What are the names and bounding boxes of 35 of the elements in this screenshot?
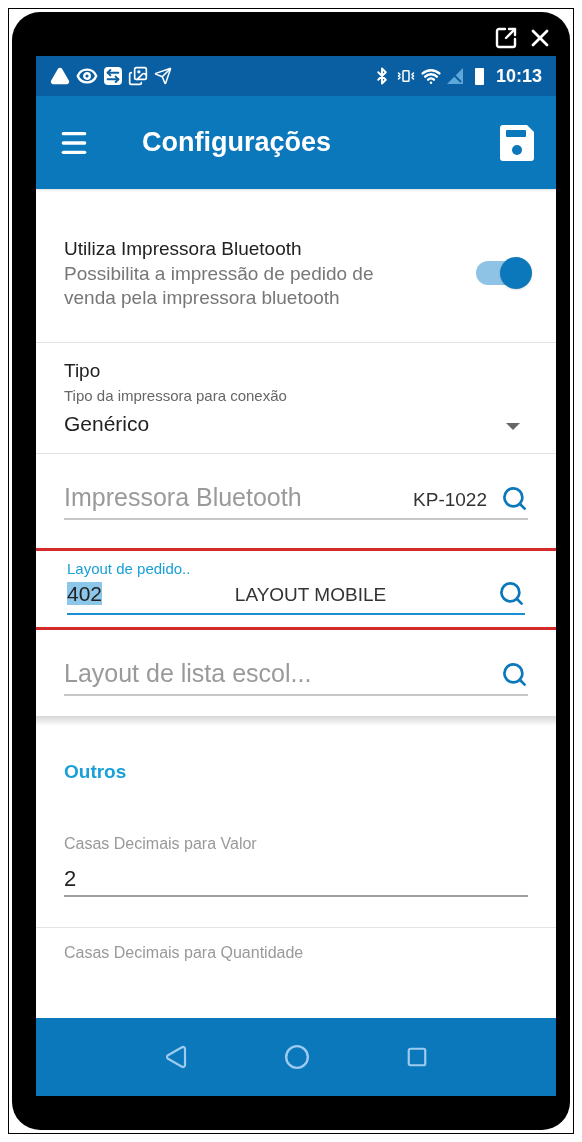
field-label: Casas Decimais para Valor — [64, 833, 258, 854]
images-icon — [128, 66, 148, 86]
input-field[interactable]: 2 — [64, 862, 528, 897]
eye-icon — [76, 65, 98, 87]
field-label: Layout de pedido.. — [67, 559, 192, 579]
section-title: Outros — [64, 760, 128, 784]
input-field[interactable]: Impressora Bluetooth — [64, 480, 406, 514]
vibrate-icon — [396, 67, 415, 85]
setting-description: Tipo da impressora para conexão — [64, 386, 288, 406]
home-icon[interactable] — [284, 1044, 310, 1070]
no-signal-icon — [446, 68, 463, 84]
save-icon[interactable] — [500, 124, 534, 161]
input-field[interactable]: 402 — [67, 579, 137, 609]
search-button[interactable] — [501, 485, 528, 512]
setting-title: Utiliza Impressora Bluetooth — [64, 236, 303, 261]
wifi-icon — [420, 66, 441, 86]
input-field[interactable]: Layout de lista escol... — [64, 656, 487, 690]
send-icon — [154, 67, 172, 85]
lookup-description: LAYOUT MOBILE — [233, 583, 388, 607]
setting-title: Tipo — [64, 359, 102, 383]
field-label: Casas Decimais para Quantidade — [64, 942, 305, 963]
status-time: 10:13 — [495, 64, 542, 88]
warning-icon — [50, 66, 70, 86]
external-link-icon[interactable] — [494, 26, 518, 50]
type-dropdown[interactable]: Genérico — [64, 407, 528, 441]
lookup-description: KP-1022 — [413, 488, 487, 512]
arrows-icon — [104, 67, 122, 85]
setting-description: Possibilita a impressão de pedido de venda pela impressora bluetooth — [64, 261, 375, 310]
caret-icon — [506, 423, 520, 431]
back-icon[interactable] — [164, 1045, 188, 1069]
recents-icon[interactable] — [406, 1046, 428, 1068]
battery-icon — [474, 67, 484, 85]
app-title: Configurações — [142, 126, 333, 160]
search-button[interactable] — [501, 661, 528, 688]
search-button[interactable] — [498, 580, 525, 607]
